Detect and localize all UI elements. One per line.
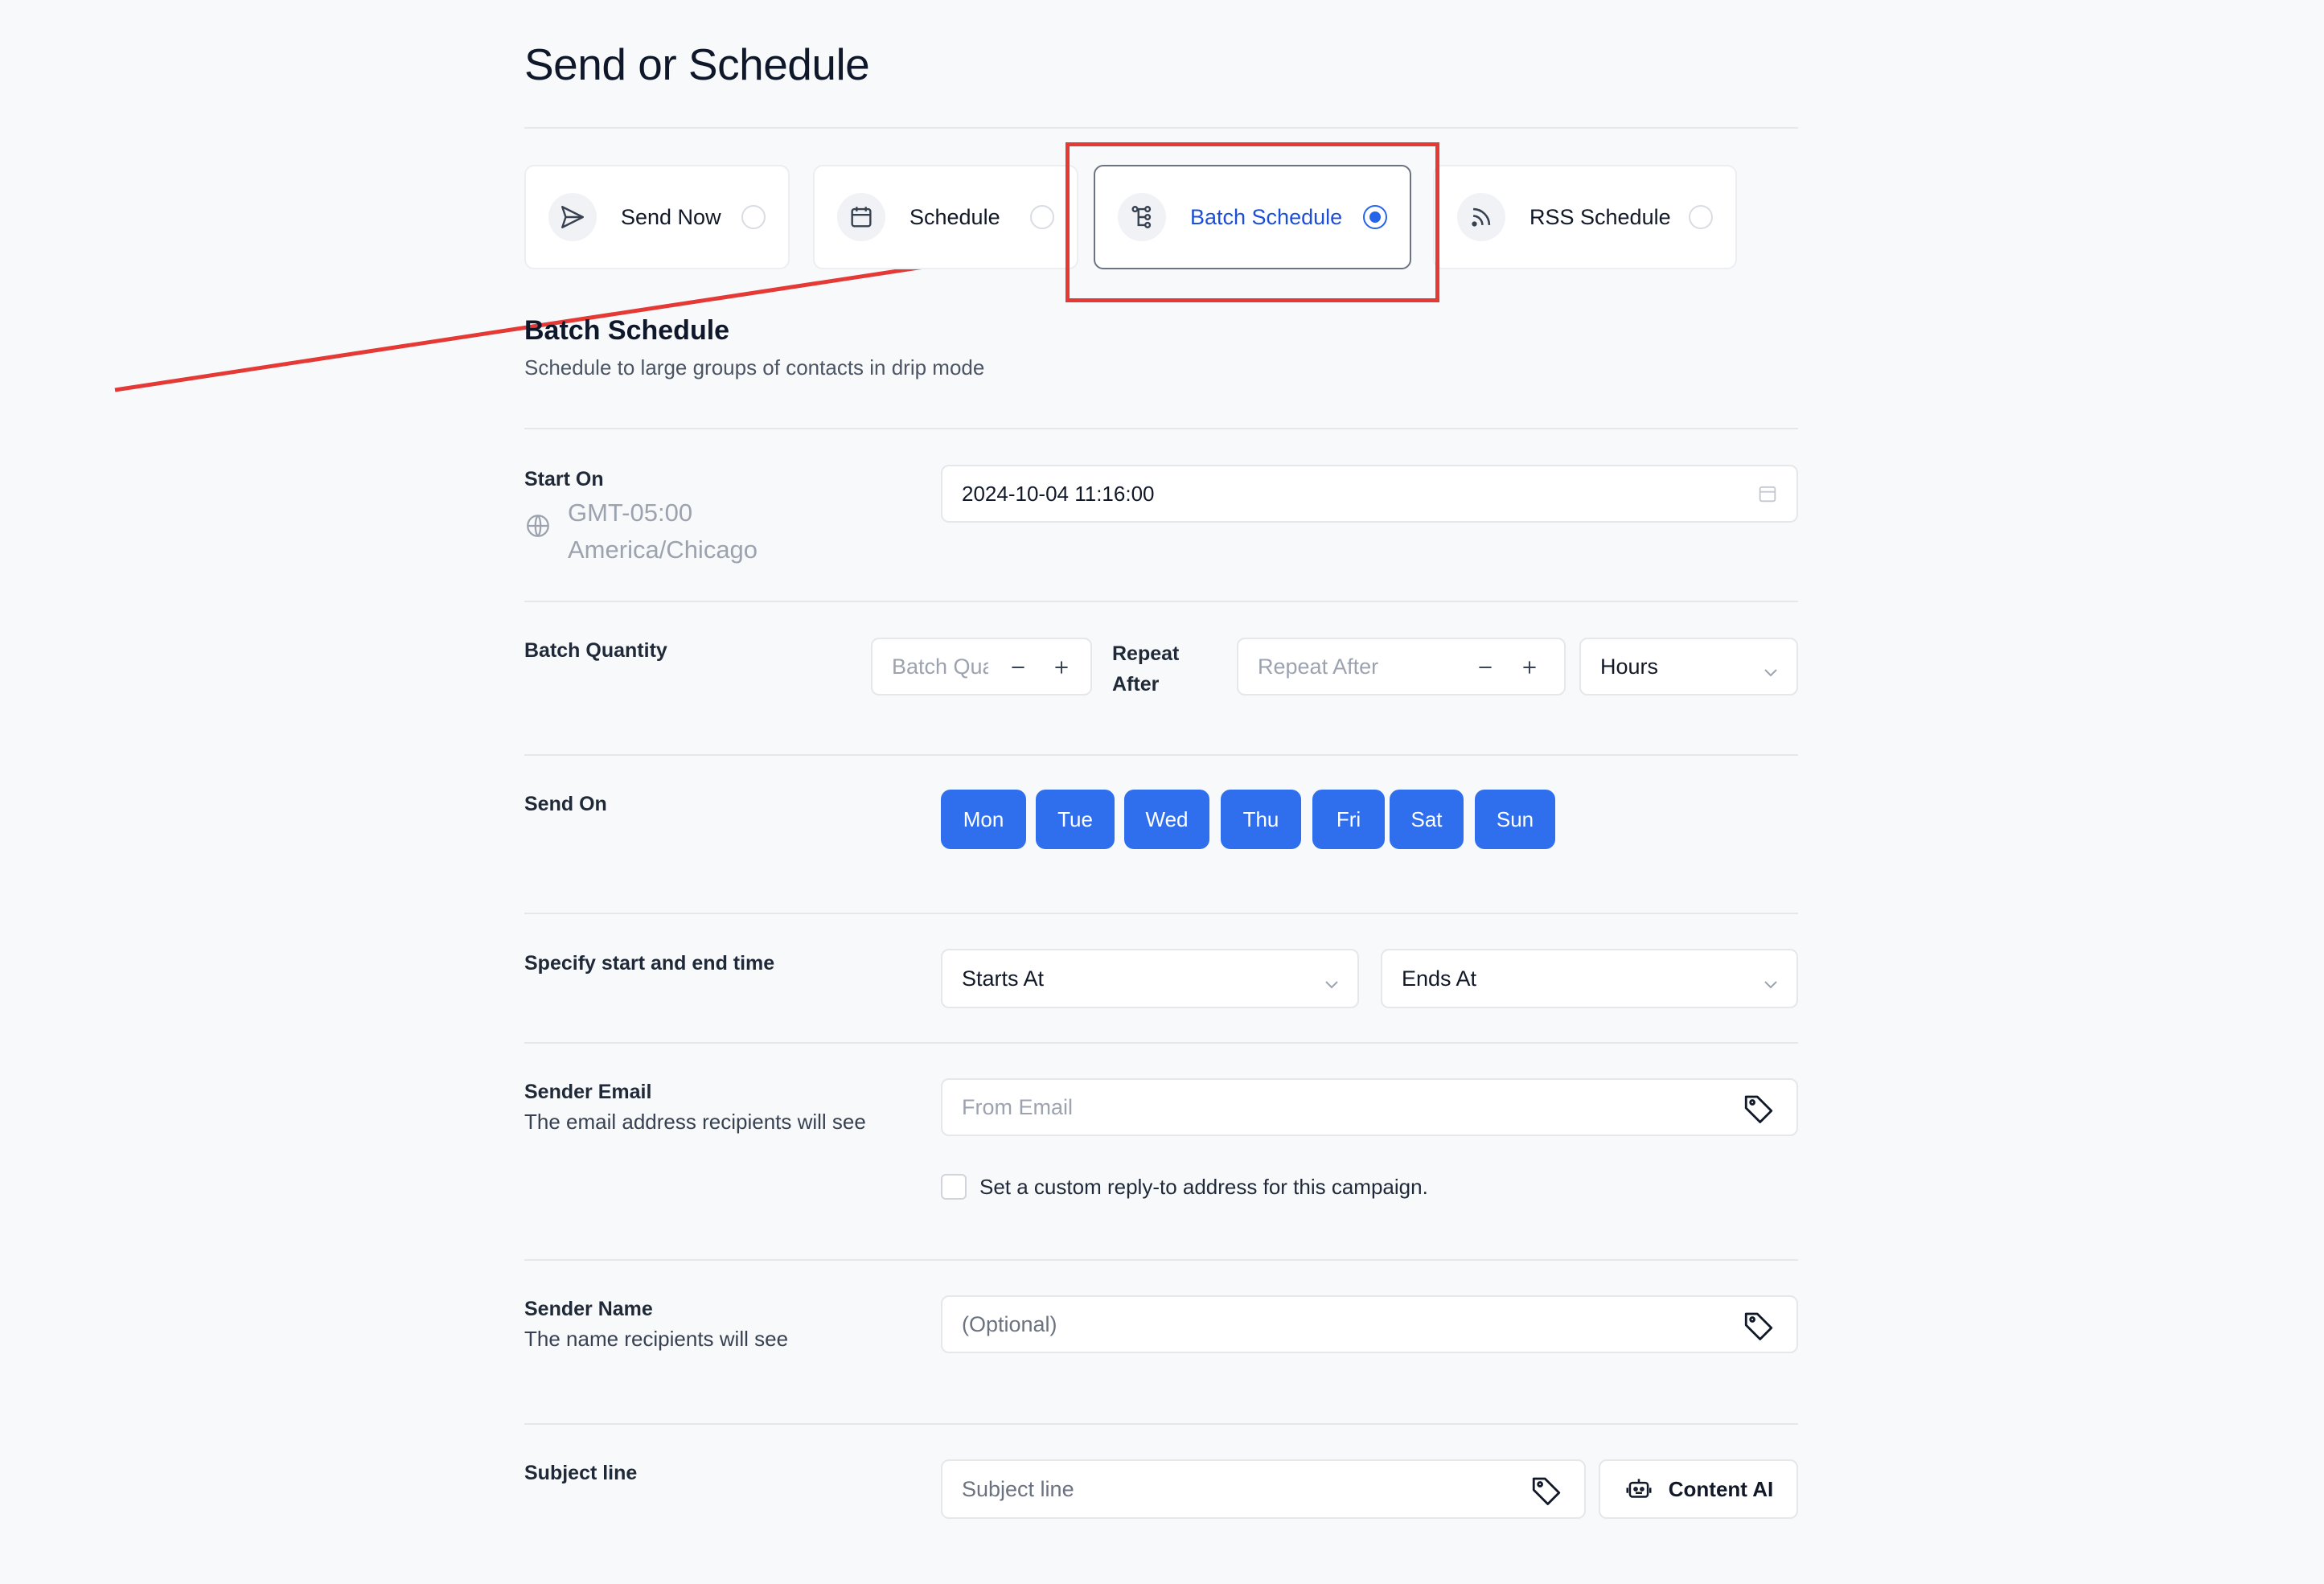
divider	[524, 1042, 1798, 1044]
mode-label: Send Now	[621, 204, 721, 229]
calendar-icon	[837, 193, 885, 241]
page-title: Send or Schedule	[524, 39, 870, 89]
mode-label: Schedule	[909, 204, 1000, 229]
rss-icon	[1457, 193, 1505, 241]
day-toggle-wed[interactable]: Wed	[1124, 790, 1209, 849]
sender-email-help: The email address recipients will see	[524, 1110, 866, 1134]
minus-icon[interactable]	[1008, 657, 1029, 683]
sender-name-placeholder: (Optional)	[962, 1311, 1057, 1336]
minus-icon[interactable]	[1475, 657, 1496, 683]
divider	[524, 127, 1798, 129]
content-ai-button[interactable]: Content AI	[1599, 1459, 1798, 1519]
mode-card-rss-schedule[interactable]: RSS Schedule	[1433, 165, 1737, 269]
sender-name-help: The name recipients will see	[524, 1327, 789, 1351]
send-on-label: Send On	[524, 793, 607, 815]
batch-quantity-label: Batch Quantity	[524, 639, 667, 662]
mode-card-schedule[interactable]: Schedule	[813, 165, 1078, 269]
day-toggle-tue[interactable]: Tue	[1036, 790, 1115, 849]
content-ai-label: Content AI	[1668, 1476, 1774, 1501]
subject-input[interactable]: Subject line	[941, 1459, 1586, 1519]
day-toggle-sat[interactable]: Sat	[1390, 790, 1464, 849]
reply-to-checkbox-label: Set a custom reply-to address for this c…	[979, 1175, 1428, 1199]
day-toggle-sun[interactable]: Sun	[1475, 790, 1555, 849]
timezone-offset: GMT-05:00	[568, 499, 693, 527]
timezone: GMT-05:00 America/Chicago	[524, 494, 758, 568]
sender-name-input[interactable]: (Optional)	[941, 1295, 1798, 1353]
section-title: Batch Schedule	[524, 315, 730, 346]
time-range-label: Specify start and end time	[524, 952, 775, 975]
repeat-after-label: Repeat After	[1112, 638, 1179, 700]
ends-at-select[interactable]: Ends At	[1381, 949, 1798, 1008]
plus-icon[interactable]	[1519, 657, 1540, 683]
repeat-unit-value: Hours	[1600, 654, 1659, 679]
day-toggle-thu[interactable]: Thu	[1221, 790, 1301, 849]
sender-name-label: Sender Name	[524, 1298, 653, 1320]
divider	[524, 913, 1798, 914]
plus-icon[interactable]	[1051, 657, 1072, 683]
section-subtitle: Schedule to large groups of contacts in …	[524, 355, 985, 380]
subject-placeholder: Subject line	[962, 1476, 1074, 1501]
calendar-icon[interactable]	[1756, 482, 1779, 511]
batch-quantity-placeholder: Batch Quantity	[892, 654, 988, 679]
tag-icon[interactable]	[1742, 1091, 1776, 1131]
send-icon	[548, 193, 597, 241]
divider	[524, 601, 1798, 602]
repeat-after-stepper[interactable]: Repeat After	[1237, 638, 1566, 696]
annotation-highlight-box	[1066, 142, 1439, 302]
tag-icon[interactable]	[1742, 1308, 1776, 1348]
start-datetime-input[interactable]: 2024-10-04 11:16:00	[941, 465, 1798, 523]
starts-at-value: Starts At	[962, 966, 1045, 991]
subject-label: Subject line	[524, 1462, 638, 1484]
divider	[524, 1423, 1798, 1425]
mode-card-send-now[interactable]: Send Now	[524, 165, 790, 269]
divider	[524, 754, 1798, 756]
repeat-unit-select[interactable]: Hours	[1579, 638, 1798, 696]
chevron-down-icon	[1763, 660, 1779, 685]
sender-email-label: Sender Email	[524, 1081, 652, 1103]
mode-radio-send-now[interactable]	[741, 205, 766, 229]
chevron-down-icon	[1324, 972, 1340, 997]
robot-icon	[1626, 1479, 1652, 1498]
day-toggle-fri[interactable]: Fri	[1312, 790, 1385, 849]
repeat-label-line1: Repeat	[1112, 642, 1180, 665]
repeat-label-line2: After	[1112, 673, 1160, 696]
start-on-label: Start On	[524, 468, 604, 490]
ends-at-value: Ends At	[1402, 966, 1477, 991]
mode-radio-schedule[interactable]	[1030, 205, 1054, 229]
batch-quantity-stepper[interactable]: Batch Quantity	[871, 638, 1092, 696]
mode-radio-rss-schedule[interactable]	[1689, 205, 1713, 229]
day-toggle-mon[interactable]: Mon	[941, 790, 1026, 849]
timezone-name: America/Chicago	[568, 536, 758, 564]
tag-icon[interactable]	[1529, 1473, 1563, 1512]
mode-label: RSS Schedule	[1529, 204, 1671, 229]
reply-to-checkbox[interactable]	[941, 1174, 967, 1200]
repeat-after-placeholder: Repeat After	[1258, 654, 1379, 679]
starts-at-select[interactable]: Starts At	[941, 949, 1359, 1008]
from-email-placeholder: From Email	[962, 1094, 1074, 1119]
divider	[524, 1259, 1798, 1261]
from-email-input[interactable]: From Email	[941, 1078, 1798, 1136]
globe-icon	[524, 512, 552, 568]
divider	[524, 428, 1798, 429]
chevron-down-icon	[1763, 972, 1779, 997]
start-datetime-value: 2024-10-04 11:16:00	[962, 481, 1155, 506]
